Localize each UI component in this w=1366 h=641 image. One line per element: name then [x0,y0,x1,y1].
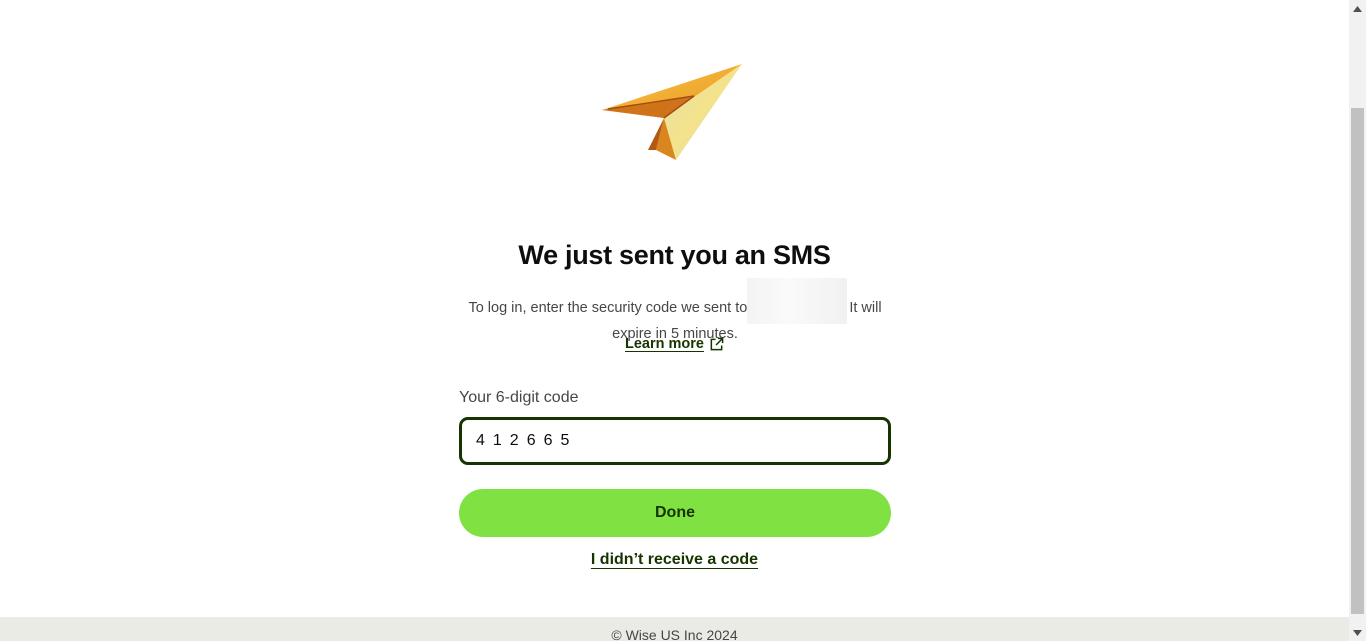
arrow-down-icon [1353,629,1362,636]
external-link-icon [710,337,724,350]
copyright-text: © Wise US Inc 2024 [611,627,738,641]
vertical-scrollbar[interactable] [1349,0,1366,641]
paper-plane-icon [602,64,742,160]
learn-more-label: Learn more [625,336,704,352]
code-input[interactable] [459,417,891,465]
page: We just sent you an SMS To log in, enter… [0,0,1366,641]
main-content: We just sent you an SMS To log in, enter… [0,0,1349,641]
code-label: Your 6-digit code [459,389,579,406]
instructions-text: To log in, enter the security code we se… [468,299,748,316]
page-title: We just sent you an SMS [518,240,831,270]
scroll-down-button[interactable] [1349,624,1366,641]
resend-code-link[interactable]: I didn’t receive a code [591,551,758,568]
footer: © Wise US Inc 2024 [0,617,1349,641]
resend-row: I didn’t receive a code [0,551,1349,569]
learn-more-link[interactable]: Learn more [625,336,724,352]
done-button[interactable]: Done [459,489,891,537]
scroll-up-button[interactable] [1349,0,1366,17]
learn-more-row: Learn more [0,336,1349,352]
arrow-up-icon [1353,5,1362,12]
scrollbar-thumb[interactable] [1351,108,1364,614]
redacted-phone-number [747,278,848,324]
